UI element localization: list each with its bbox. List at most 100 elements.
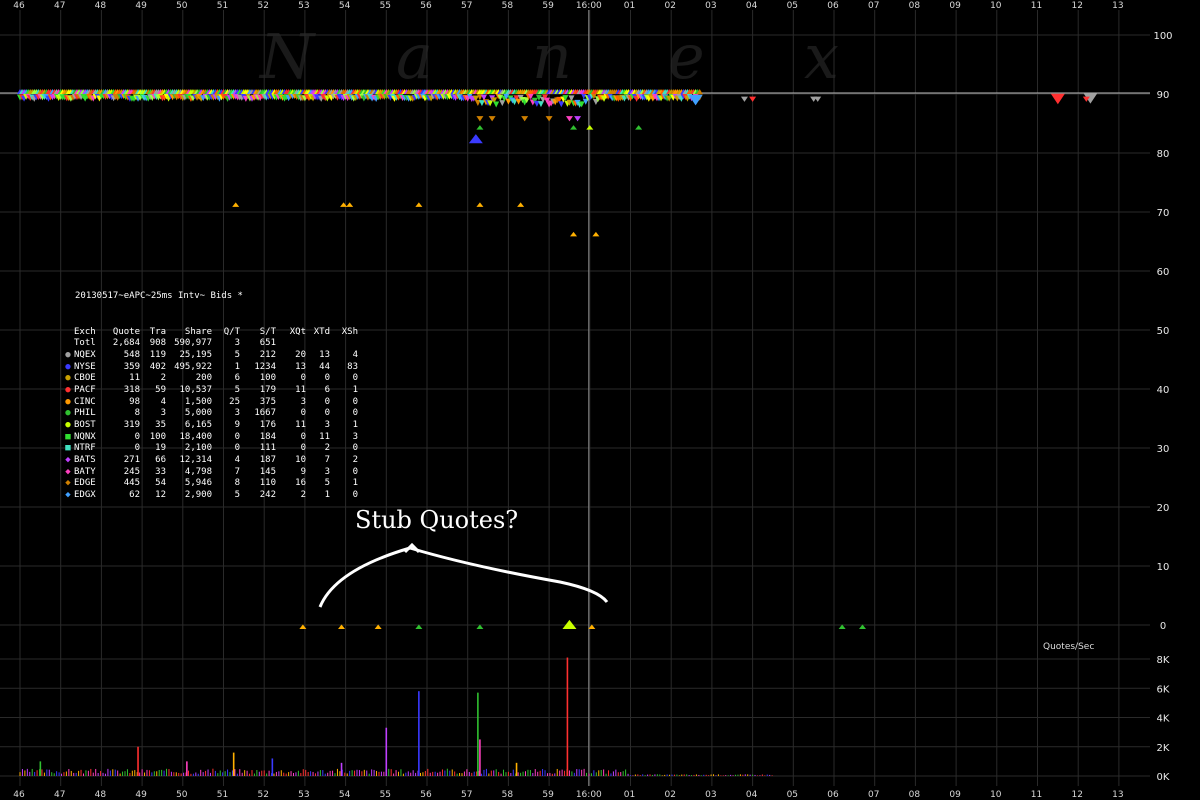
legend-cell: 0: [300, 408, 306, 419]
annotation-label: Stub Quotes?: [355, 506, 519, 534]
legend-cell: 44: [319, 361, 330, 372]
x-tick-label: 50: [176, 1, 188, 11]
legend-cell: 66: [155, 455, 166, 466]
legend-cell: 3: [234, 408, 240, 419]
legend-row: ● PACF 318 59 10,537 5 179 11 6 1: [62, 385, 358, 397]
legend-cell: 19: [155, 443, 166, 454]
legend-cell: CBOE: [74, 373, 96, 384]
bid-point: [570, 231, 578, 237]
x-tick-label: 11: [1031, 790, 1042, 800]
bid-point: [415, 202, 423, 207]
x-tick-label: 04: [746, 790, 758, 800]
legend-swatch: ●: [65, 420, 71, 431]
legend-cell: 100: [259, 373, 276, 384]
y-tick-label: 20: [1157, 503, 1170, 514]
legend-cell: 1667: [254, 408, 276, 419]
legend-cell: 6,165: [184, 420, 212, 431]
legend-cell: 54: [155, 478, 166, 489]
x-tick-label: 08: [909, 1, 921, 11]
legend-cell: 3: [300, 396, 306, 407]
bid-point: [1050, 93, 1065, 105]
x-tick-label: 02: [664, 790, 675, 800]
legend-cell: 25: [229, 396, 240, 407]
legend-cell: 0: [134, 431, 140, 442]
y-tick-label: 40: [1157, 385, 1170, 396]
legend-cell: NQNX: [74, 431, 96, 442]
x-tick-label: 08: [909, 790, 921, 800]
legend-cell: BATY: [74, 466, 96, 477]
x-tick-label: 01: [624, 790, 635, 800]
legend-row: ■ NQNX 0 100 18,400 0 184 0 11 3: [62, 432, 358, 444]
watermark-letter: N: [258, 20, 317, 93]
legend-cell: 908: [149, 338, 166, 349]
bid-point: [476, 116, 484, 122]
legend-cell: 12: [155, 490, 166, 501]
legend-cell: 1234: [254, 361, 276, 372]
x-tick-label: 46: [13, 790, 25, 800]
legend-row: ● NYSE 359 402 495,922 1 1234 13 44 83: [62, 362, 358, 374]
legend-cell: NQEX: [74, 349, 96, 360]
legend-cell: 0: [324, 373, 330, 384]
bid-points: [232, 93, 1098, 629]
volume-tick-label: 6K: [1157, 684, 1170, 695]
legend-row: ◆ EDGX 62 12 2,900 5 242 2 1 0: [62, 490, 358, 502]
x-tick-label: 07: [868, 1, 879, 11]
bid-point: [740, 96, 748, 102]
legend-cell: 2,900: [184, 490, 212, 501]
legend-cell: 10,537: [179, 384, 212, 395]
legend-cell: 145: [259, 466, 276, 477]
legend-cell: 9: [300, 466, 306, 477]
legend-cell: 0: [352, 396, 358, 407]
x-tick-label: 54: [339, 1, 351, 11]
legend-cell: 10: [295, 455, 306, 466]
volume-tick-label: 8K: [1157, 655, 1170, 666]
legend-cell: S/T: [259, 326, 276, 337]
legend-cell: PACF: [74, 384, 96, 395]
legend-cell: 11: [295, 420, 306, 431]
x-tick-label: 05: [787, 790, 798, 800]
exchange-legend: 20130517~eAPC~25ms Intv~ Bids * Exch Quot…: [62, 268, 358, 514]
bid-point: [574, 116, 582, 122]
x-tick-label: 57: [461, 790, 472, 800]
legend-swatch: ●: [65, 396, 71, 407]
legend-cell: Quote: [112, 326, 140, 337]
y-tick-label: 50: [1157, 326, 1170, 337]
legend-cell: 11: [295, 384, 306, 395]
legend-cell: 3: [234, 338, 240, 349]
legend-cell: Tra: [149, 326, 166, 337]
legend-cell: 4: [352, 349, 358, 360]
legend-cell: EDGX: [74, 490, 96, 501]
legend-cell: 3: [324, 466, 330, 477]
legend-row: ● CINC 98 4 1,500 25 375 3 0 0: [62, 397, 358, 409]
x-tick-label: 58: [502, 790, 514, 800]
legend-cell: 0: [352, 490, 358, 501]
legend-cell: 100: [149, 431, 166, 442]
legend-cell: 5: [324, 478, 330, 489]
legend-total-row: Totl 2,684 908 590,977 3 651: [62, 338, 358, 350]
legend-cell: Share: [184, 326, 212, 337]
legend-cell: 0: [352, 443, 358, 454]
legend-cell: 445: [123, 478, 140, 489]
x-tick-label: 01: [624, 1, 635, 11]
x-tick-label: 55: [380, 1, 391, 11]
x-tick-label: 02: [664, 1, 675, 11]
legend-cell: PHIL: [74, 408, 96, 419]
x-tick-label: 56: [420, 790, 432, 800]
legend-cell: 0: [324, 396, 330, 407]
legend-cell: 9: [234, 420, 240, 431]
legend-cell: 2,100: [184, 443, 212, 454]
x-tick-label: 12: [1071, 790, 1082, 800]
legend-cell: 184: [259, 431, 276, 442]
legend-cell: 5: [234, 384, 240, 395]
bid-point: [468, 134, 483, 144]
bid-point: [586, 125, 594, 130]
legend-cell: 3: [160, 408, 166, 419]
legend-cell: Q/T: [223, 326, 240, 337]
y-tick-label: 100: [1153, 31, 1172, 42]
legend-cell: 4,798: [184, 466, 212, 477]
legend-cell: 2: [160, 373, 166, 384]
legend-row: ◆ BATS 271 66 12,314 4 187 10 7 2: [62, 455, 358, 467]
legend-row: ● NQEX 548 119 25,195 5 212 20 13 4: [62, 350, 358, 362]
legend-cell: 110: [259, 478, 276, 489]
legend-cell: 5,000: [184, 408, 212, 419]
